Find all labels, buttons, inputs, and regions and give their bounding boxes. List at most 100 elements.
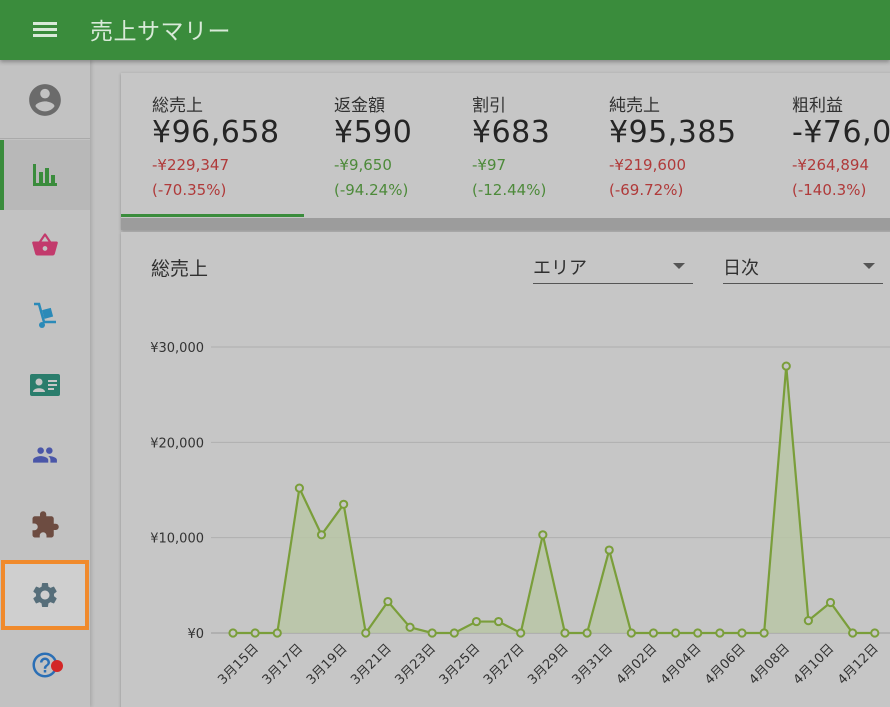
- metric-percent: (-94.24%): [334, 181, 409, 199]
- data-point: [250, 628, 260, 638]
- data-point: [582, 628, 592, 638]
- chart-card: 総売上 エリア 日次 ¥0 ¥10,000 ¥20,000 ¥30,000 3月15日…: [121, 232, 890, 707]
- sales-chart: ¥0¥10,000¥20,000¥30,000 3月15日3月17日3月19日3…: [150, 341, 890, 688]
- sidebar-item-settings[interactable]: [1, 560, 89, 630]
- data-point: [693, 628, 703, 638]
- shopping-basket-icon: [32, 233, 58, 256]
- y-tick-label: ¥20,000: [150, 436, 204, 451]
- sidebar-item-users[interactable]: [0, 420, 90, 490]
- metric-value: ¥96,658: [152, 115, 280, 150]
- data-point: [405, 622, 415, 632]
- metric-gross-profit[interactable]: 粗利益 -¥76,0 -¥264,894 (-140.3%): [761, 73, 890, 216]
- notification-badge: [51, 660, 63, 672]
- data-point: [870, 628, 880, 638]
- data-point: [803, 616, 813, 626]
- x-tick-label: 4月08日: [747, 641, 794, 688]
- x-tick-label: 3月15日: [215, 641, 262, 688]
- y-tick-label: ¥0: [187, 627, 204, 642]
- menu-icon[interactable]: [33, 22, 57, 38]
- sidebar-item-shipping[interactable]: [0, 280, 90, 350]
- data-point: [516, 628, 526, 638]
- metric-label: 粗利益: [792, 96, 843, 116]
- app-bar: 売上サマリー: [0, 0, 890, 60]
- data-point: [538, 530, 548, 540]
- metric-change: -¥9,650: [334, 156, 392, 174]
- sidebar-item-analytics[interactable]: [0, 140, 90, 210]
- y-tick-label: ¥30,000: [150, 341, 204, 356]
- summary-card: 総売上 ¥96,658 -¥229,347 (-70.35%) 返金額 ¥590…: [121, 73, 890, 230]
- x-tick-label: 4月10日: [791, 641, 838, 688]
- data-point: [848, 628, 858, 638]
- x-tick-label: 3月27日: [481, 641, 528, 688]
- x-tick-label: 4月06日: [702, 641, 749, 688]
- puzzle-icon: [32, 511, 59, 538]
- x-tick-label: 3月23日: [392, 641, 439, 688]
- metric-value: ¥683: [472, 115, 551, 150]
- x-tick-label: 3月21日: [348, 641, 395, 688]
- metric-change: -¥219,600: [609, 156, 686, 174]
- sidebar-item-customers[interactable]: [0, 350, 90, 420]
- metric-percent: (-12.44%): [472, 181, 547, 199]
- metric-value: -¥76,0: [792, 115, 890, 150]
- data-point: [604, 545, 614, 555]
- metric-label: 返金額: [334, 96, 385, 116]
- data-point: [493, 616, 504, 627]
- data-point: [560, 628, 570, 638]
- data-point: [471, 616, 482, 627]
- people-icon: [33, 447, 57, 463]
- contact-card-icon: [30, 374, 60, 396]
- data-point: [316, 530, 327, 540]
- data-point: [294, 483, 304, 493]
- x-tick-label: 4月02日: [614, 641, 661, 688]
- gear-icon: [33, 583, 57, 607]
- data-point: [648, 628, 659, 638]
- metric-percent: (-140.3%): [792, 181, 867, 199]
- sidebar-nav: [0, 60, 90, 707]
- data-point: [427, 628, 437, 638]
- metric-change: -¥229,347: [152, 156, 229, 174]
- metric-percent: (-69.72%): [609, 181, 684, 199]
- data-point: [737, 628, 747, 638]
- main-content: 総売上 ¥96,658 -¥229,347 (-70.35%) 返金額 ¥590…: [90, 60, 890, 707]
- metric-net-sales[interactable]: 純売上 ¥95,385 -¥219,600 (-69.72%): [579, 73, 761, 216]
- sidebar-item-account[interactable]: [0, 65, 90, 135]
- metric-value: ¥590: [334, 115, 413, 150]
- sidebar-item-help[interactable]: [0, 630, 90, 700]
- horizontal-scrollbar[interactable]: [121, 218, 890, 230]
- data-point: [626, 628, 636, 638]
- metric-discounts[interactable]: 割引 ¥683 -¥97 (-12.44%): [442, 73, 579, 216]
- metric-gross-sales[interactable]: 総売上 ¥96,658 -¥229,347 (-70.35%): [121, 73, 304, 216]
- sidebar-divider: [0, 138, 90, 139]
- data-point: [715, 628, 725, 638]
- metric-label: 純売上: [609, 96, 660, 116]
- metric-percent: (-70.35%): [152, 181, 227, 199]
- x-tick-label: 3月17日: [260, 641, 307, 688]
- data-point: [361, 628, 371, 638]
- data-point: [671, 628, 681, 638]
- metric-refunds[interactable]: 返金額 ¥590 -¥9,650 (-94.24%): [304, 73, 442, 216]
- metric-change: -¥264,894: [792, 156, 869, 174]
- sales-area: [233, 366, 875, 633]
- x-tick-label: 3月19日: [304, 641, 351, 688]
- data-point: [339, 499, 349, 509]
- sidebar-item-orders[interactable]: [0, 210, 90, 280]
- data-point: [272, 628, 282, 638]
- metric-change: -¥97: [472, 156, 507, 174]
- y-tick-label: ¥10,000: [150, 532, 204, 547]
- data-point: [825, 597, 836, 608]
- x-tick-label: 3月31日: [569, 641, 616, 688]
- account-circle-icon: [29, 84, 61, 116]
- x-tick-label: 3月25日: [437, 641, 484, 688]
- metric-label: 総売上: [152, 96, 203, 116]
- x-tick-label: 3月29日: [525, 641, 572, 688]
- x-tick-label: 4月12日: [835, 641, 882, 688]
- metric-value: ¥95,385: [609, 115, 737, 150]
- hand-truck-icon: [34, 302, 56, 328]
- data-point: [781, 361, 791, 371]
- data-point: [449, 628, 459, 638]
- sidebar-item-extensions[interactable]: [0, 490, 90, 560]
- data-point: [383, 596, 393, 607]
- metric-label: 割引: [472, 96, 506, 116]
- app-title: 売上サマリー: [90, 19, 231, 45]
- data-point: [759, 628, 769, 638]
